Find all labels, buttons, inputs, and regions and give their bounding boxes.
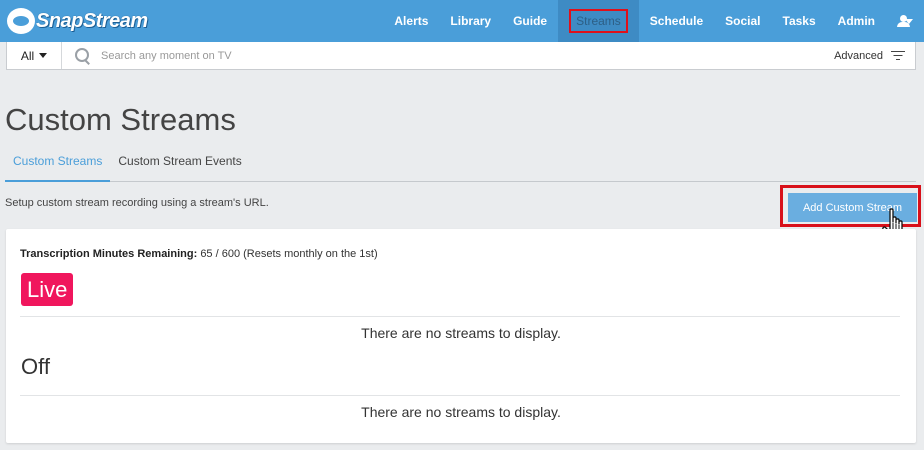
search-icon (74, 47, 92, 65)
live-section-heading: Live (21, 273, 74, 306)
filter-icon[interactable] (891, 50, 905, 61)
divider (20, 316, 900, 317)
divider (20, 395, 900, 396)
page-description: Setup custom stream recording using a st… (5, 197, 269, 209)
logo-icon (7, 8, 35, 34)
top-navigation-bar: SnapStream Alerts Library Guide Streams … (0, 0, 924, 42)
off-section-heading: Off (21, 354, 50, 379)
tab-custom-streams[interactable]: Custom Streams (5, 146, 111, 182)
nav-tasks[interactable]: Tasks (772, 0, 827, 42)
user-menu[interactable] (886, 0, 924, 42)
search-scope-dropdown[interactable]: All (7, 42, 62, 69)
nav-schedule-label: Schedule (649, 14, 704, 28)
nav-social[interactable]: Social (714, 0, 771, 42)
tab-custom-stream-events[interactable]: Custom Stream Events (110, 146, 249, 182)
nav-alerts[interactable]: Alerts (383, 0, 439, 42)
nav-guide-label: Guide (513, 14, 548, 28)
search-input[interactable] (101, 49, 835, 62)
user-icon (897, 15, 910, 27)
page-title: Custom Streams (5, 102, 236, 137)
advanced-search-link[interactable]: Advanced (834, 50, 883, 62)
main-nav: Alerts Library Guide Streams Schedule So… (383, 0, 924, 42)
nav-library[interactable]: Library (439, 0, 502, 42)
nav-alerts-label: Alerts (394, 14, 429, 28)
nav-admin[interactable]: Admin (827, 0, 886, 42)
page-tabs: Custom Streams Custom Stream Events (5, 146, 916, 182)
chevron-down-icon (39, 53, 48, 58)
logo-text: SnapStream (36, 9, 148, 32)
nav-schedule[interactable]: Schedule (639, 0, 714, 42)
search-scope-label: All (20, 48, 35, 63)
nav-admin-label: Admin (837, 14, 875, 28)
nav-library-label: Library (450, 14, 492, 28)
live-empty-message: There are no streams to display. (361, 325, 561, 341)
search-bar: All Advanced (6, 42, 916, 70)
snapstream-logo[interactable]: SnapStream (7, 6, 148, 36)
transcription-minutes: Transcription Minutes Remaining: 65 / 60… (20, 248, 378, 260)
nav-streams-label: Streams (569, 9, 628, 33)
transcription-label: Transcription Minutes Remaining: (20, 248, 198, 260)
streams-card: Transcription Minutes Remaining: 65 / 60… (6, 229, 916, 443)
nav-social-label: Social (725, 14, 761, 28)
nav-guide[interactable]: Guide (502, 0, 558, 42)
nav-streams[interactable]: Streams (558, 0, 639, 42)
nav-tasks-label: Tasks (782, 14, 816, 28)
transcription-value: 65 / 600 (Resets monthly on the 1st) (200, 248, 378, 260)
off-empty-message: There are no streams to display. (361, 404, 561, 420)
